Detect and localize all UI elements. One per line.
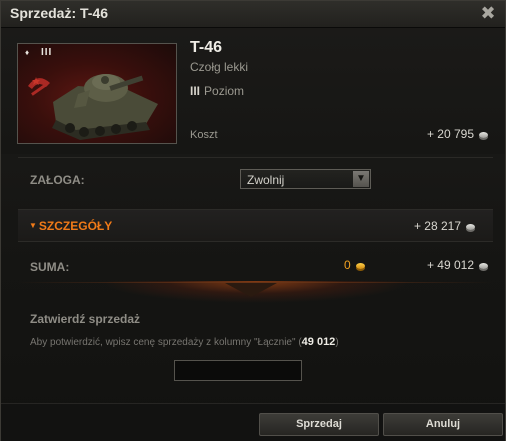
- glow-notch: [225, 283, 277, 297]
- sum-label: SUMA:: [30, 260, 70, 274]
- details-label: SZCZEGÓŁY: [38, 219, 113, 233]
- confirm-text-before: Aby potwierdzić, wpisz cenę sprzedaży z …: [30, 337, 302, 348]
- tank-class: Czołg lekki: [190, 60, 249, 74]
- tank-illustration-icon: [28, 74, 158, 140]
- sell-button[interactable]: Sprzedaj: [259, 413, 379, 436]
- dialog-title: Sprzedaż: T-46: [10, 5, 109, 21]
- crew-dropdown-value: Zwolnij: [247, 173, 285, 187]
- sum-credits: + 49 012: [427, 258, 488, 272]
- chevron-down-icon[interactable]: ▼: [353, 171, 369, 187]
- sum-gold: 0: [344, 258, 365, 272]
- sell-vehicle-dialog: Sprzedaż: T-46 ✖ ♦ III T-46 Czołg lekki …: [0, 0, 506, 441]
- title-bar[interactable]: Sprzedaż: T-46 ✖: [1, 1, 505, 28]
- crew-label: ZAŁOGA:: [30, 173, 85, 187]
- tank-badge-tier: III: [41, 47, 53, 58]
- credits-icon: [479, 131, 488, 138]
- cancel-button[interactable]: Anuluj: [383, 413, 503, 436]
- tank-tier: III Poziom: [190, 84, 244, 98]
- credits-icon: [479, 262, 488, 269]
- triangle-down-icon: ▼: [29, 221, 37, 230]
- gold-icon: [355, 262, 365, 269]
- close-icon[interactable]: ✖: [479, 4, 497, 22]
- divider: [18, 157, 493, 158]
- tier-label: Poziom: [204, 84, 245, 98]
- cost-amount: + 20 795: [426, 127, 474, 141]
- crew-dropdown[interactable]: Zwolnij ▼: [240, 169, 371, 189]
- confirm-text-after: ): [335, 337, 339, 348]
- confirm-title: Zatwierdź sprzedaż: [30, 312, 141, 326]
- details-toggle[interactable]: ▼ SZCZEGÓŁY: [29, 219, 112, 233]
- cost-label: Koszt: [190, 129, 218, 141]
- tank-type-marker: ♦: [25, 48, 30, 57]
- details-value: + 28 217: [414, 219, 475, 233]
- confirm-amount: 49 012: [301, 336, 336, 348]
- details-section[interactable]: ▼ SZCZEGÓŁY + 28 217: [18, 209, 493, 242]
- details-amount: + 28 217: [413, 219, 461, 233]
- cost-value: + 20 795: [427, 127, 488, 141]
- sum-gold-amount: 0: [344, 258, 351, 272]
- credits-icon: [466, 223, 475, 230]
- tank-name: T-46: [190, 39, 223, 56]
- tier-roman: III: [190, 84, 201, 98]
- confirm-price-input[interactable]: [174, 360, 302, 381]
- vehicle-info-panel: ♦ III T-46 Czołg lekki III Poziom Koszt +…: [1, 28, 505, 154]
- tank-image: ♦ III: [17, 43, 177, 144]
- sum-credits-amount: + 49 012: [426, 258, 474, 272]
- confirm-instruction: Aby potwierdzić, wpisz cenę sprzedaży z …: [30, 336, 339, 348]
